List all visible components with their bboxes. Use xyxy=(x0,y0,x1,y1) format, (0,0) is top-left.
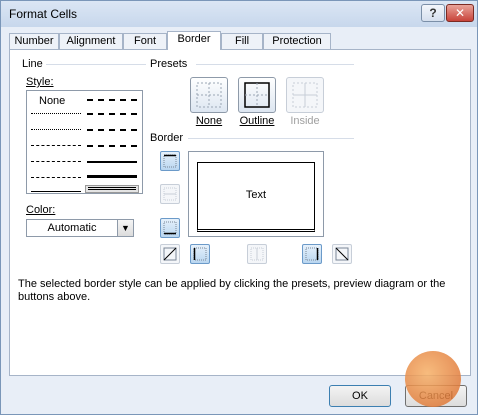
line-style-hair[interactable] xyxy=(31,113,81,114)
border-diagonal-down-button[interactable] xyxy=(332,244,352,264)
tab-border[interactable]: Border xyxy=(167,31,221,50)
diagonal-up-icon xyxy=(163,247,177,261)
line-style-dash-dot-dot[interactable] xyxy=(31,145,81,146)
title-bar: Format Cells ? ✕ xyxy=(1,1,477,27)
format-cells-dialog: Format Cells ? ✕ Number Alignment Font B… xyxy=(0,0,478,415)
line-style-list[interactable]: None xyxy=(26,90,143,194)
presets-divider xyxy=(196,64,354,65)
style-label: Style: xyxy=(26,76,54,88)
border-preview[interactable]: Text xyxy=(188,151,324,237)
border-inside-horizontal-button[interactable] xyxy=(160,184,180,204)
tab-font[interactable]: Font xyxy=(123,33,167,50)
line-style-thick[interactable] xyxy=(87,175,137,178)
preview-cell[interactable]: Text xyxy=(197,162,315,232)
preset-outline-button[interactable] xyxy=(238,77,276,113)
close-button[interactable]: ✕ xyxy=(446,4,474,22)
border-bottom-icon xyxy=(163,221,177,235)
line-style-medium-dashed[interactable] xyxy=(87,145,137,147)
color-label: Color: xyxy=(26,204,56,216)
line-style-medium[interactable] xyxy=(87,161,137,163)
preset-none-icon xyxy=(196,82,222,108)
help-button[interactable]: ? xyxy=(421,4,445,22)
tab-fill[interactable]: Fill xyxy=(221,33,263,50)
border-bottom-button[interactable] xyxy=(160,218,180,238)
preset-none-label: None xyxy=(195,115,223,127)
border-right-button[interactable] xyxy=(302,244,322,264)
border-right-icon xyxy=(305,247,319,261)
border-top-icon xyxy=(163,154,177,168)
dialog-title: Format Cells xyxy=(9,7,78,21)
info-text: The selected border style can be applied… xyxy=(18,278,446,303)
border-group-label: Border xyxy=(150,132,184,144)
line-style-dotted[interactable] xyxy=(31,129,81,130)
line-style-dashed[interactable] xyxy=(31,177,81,178)
line-style-thin[interactable] xyxy=(31,191,81,192)
preset-inside-icon xyxy=(292,82,318,108)
color-value: Automatic xyxy=(47,222,97,234)
ok-button[interactable]: OK xyxy=(329,385,391,407)
border-left-button[interactable] xyxy=(190,244,210,264)
tab-alignment[interactable]: Alignment xyxy=(59,33,123,50)
border-inside-horizontal-icon xyxy=(163,187,177,201)
tab-protection[interactable]: Protection xyxy=(263,33,331,50)
border-inside-vertical-icon xyxy=(250,247,264,261)
tab-number[interactable]: Number xyxy=(9,33,59,50)
border-top-button[interactable] xyxy=(160,151,180,171)
watermark-logo xyxy=(405,351,461,407)
line-style-double-selected[interactable] xyxy=(85,185,139,193)
line-divider xyxy=(46,64,146,65)
preset-inside-button[interactable] xyxy=(286,77,324,113)
line-style-medium-dash-dot-dot[interactable] xyxy=(87,99,137,101)
preview-text: Text xyxy=(245,189,267,201)
preset-inside-label: Inside xyxy=(290,115,320,127)
color-dropdown[interactable]: Automatic ▼ xyxy=(26,219,134,237)
line-group-label: Line xyxy=(22,58,43,70)
preset-none-button[interactable] xyxy=(190,77,228,113)
preset-outline-label: Outline xyxy=(239,115,275,127)
border-diagonal-up-button[interactable] xyxy=(160,244,180,264)
border-divider xyxy=(188,138,354,139)
chevron-down-icon[interactable]: ▼ xyxy=(117,220,133,236)
line-style-medium-dash-dot[interactable] xyxy=(87,129,137,131)
border-left-icon xyxy=(193,247,207,261)
preset-outline-icon xyxy=(244,82,270,108)
line-style-slanted-dash-dot[interactable] xyxy=(87,113,137,115)
border-inside-vertical-button[interactable] xyxy=(247,244,267,264)
diagonal-down-icon xyxy=(335,247,349,261)
presets-group-label: Presets xyxy=(150,58,188,70)
border-tab-panel: Line Style: None Color: Automatic ▼ Pres… xyxy=(9,49,471,376)
line-style-dash-dot[interactable] xyxy=(31,161,81,162)
line-style-none[interactable]: None xyxy=(39,95,65,107)
